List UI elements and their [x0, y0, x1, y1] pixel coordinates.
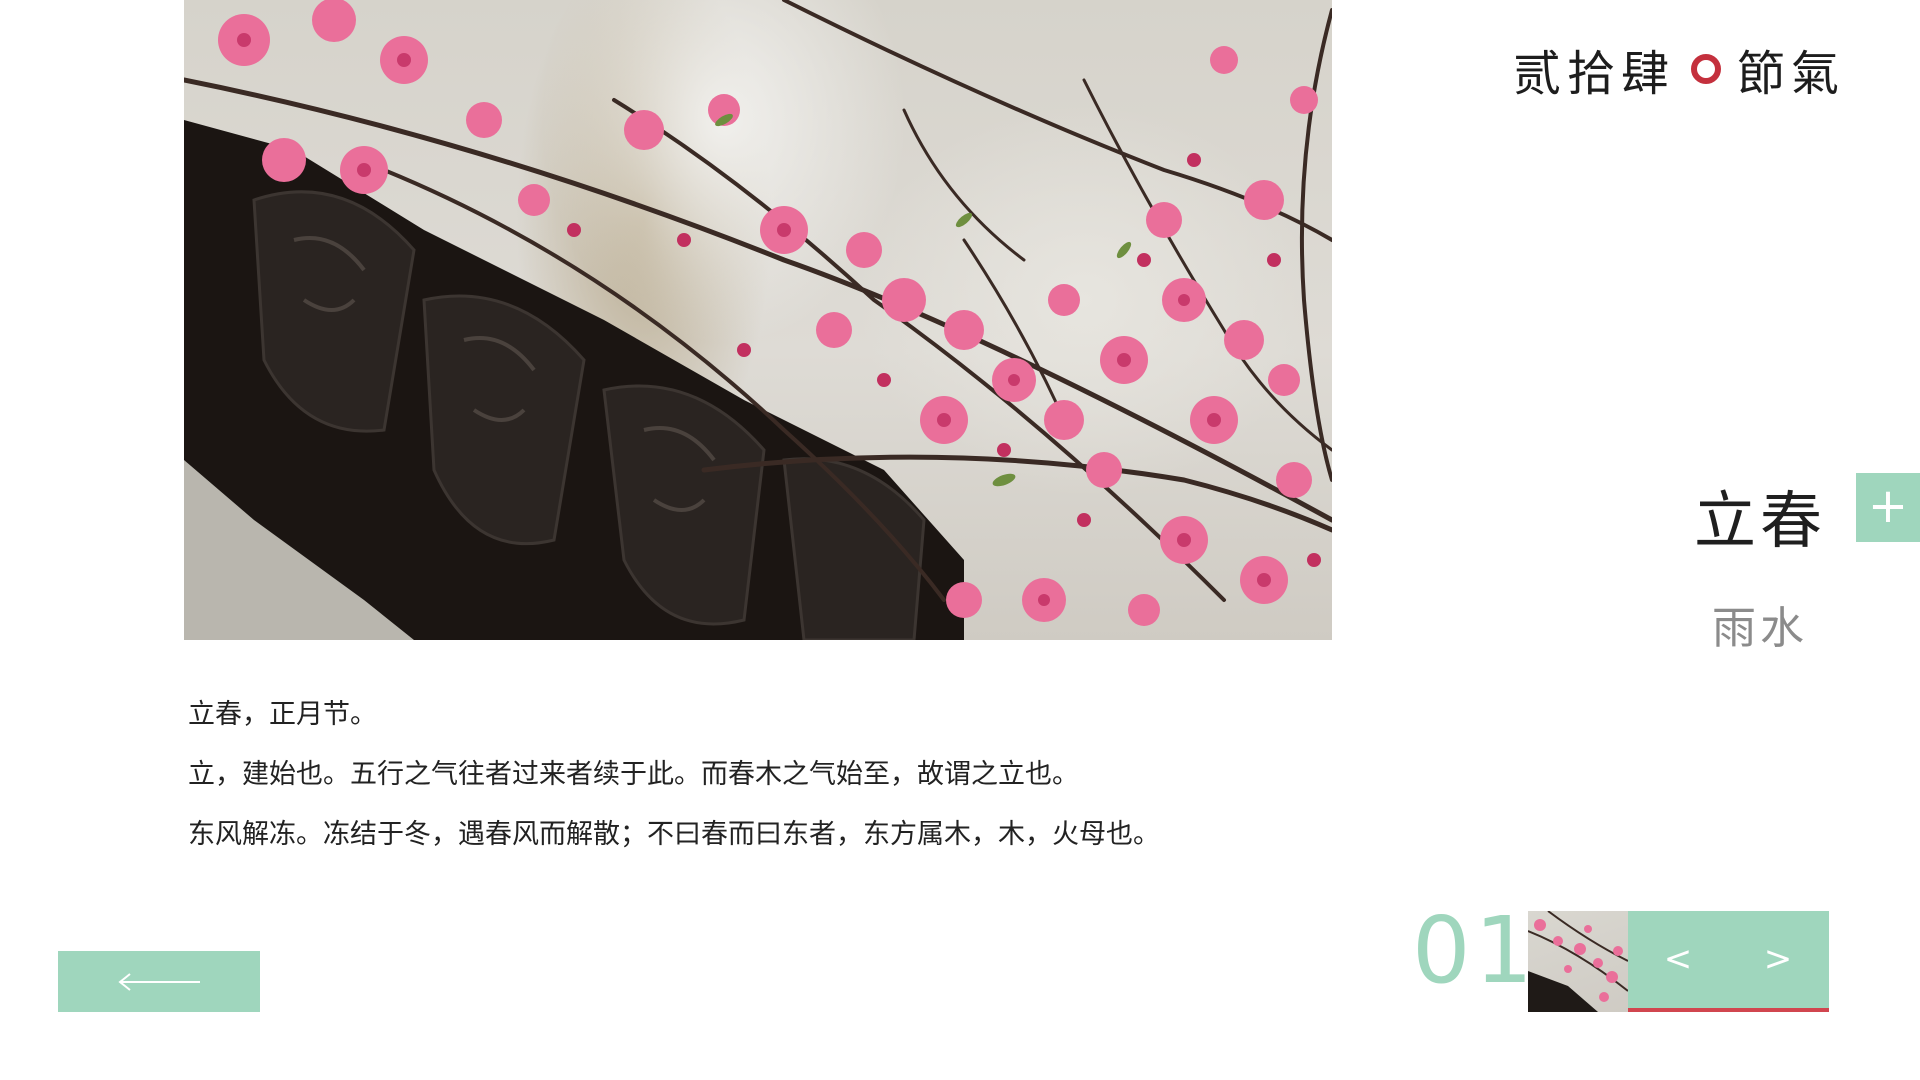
- back-button[interactable]: [58, 951, 260, 1012]
- brand-title: 贰拾肆 節氣: [1513, 34, 1845, 104]
- brand-title-part2: 節氣: [1736, 46, 1845, 102]
- term-description: 立春，正月节。 立，建始也。五行之气往者过来者续于此。而春木之气始至，故谓之立也…: [188, 690, 1328, 870]
- thumbnail-image[interactable]: [1528, 911, 1628, 1012]
- description-line-1: 立春，正月节。: [188, 699, 377, 730]
- brand-dot-icon: [1690, 54, 1721, 84]
- brand-title-part1: 贰拾肆: [1512, 46, 1675, 102]
- plus-button[interactable]: +: [1856, 473, 1920, 542]
- description-line-3: 东风解冻。冻结于冬，遇春风而解散；不曰春而曰东者，东方属木，木，火母也。: [188, 819, 1160, 850]
- next-button[interactable]: >: [1728, 911, 1828, 1008]
- prev-button[interactable]: <: [1628, 911, 1728, 1008]
- pager: < >: [1628, 911, 1829, 1012]
- arrow-left-long-icon: [118, 973, 200, 991]
- hero-photo: [184, 0, 1332, 640]
- next-term[interactable]: 雨水: [1712, 592, 1808, 656]
- page-number: 01: [1412, 897, 1538, 1004]
- description-line-2: 立，建始也。五行之气往者过来者续于此。而春木之气始至，故谓之立也。: [188, 759, 1079, 790]
- current-term[interactable]: 立春: [1694, 470, 1826, 560]
- plum-blossom-illustration: [184, 0, 1332, 640]
- app-root: 贰拾肆 節氣 立春 雨水 + 立春，正月节。 立，建始也。五行之气往者过来者续于…: [0, 0, 1920, 1080]
- thumbnail-illustration: [1528, 911, 1628, 1012]
